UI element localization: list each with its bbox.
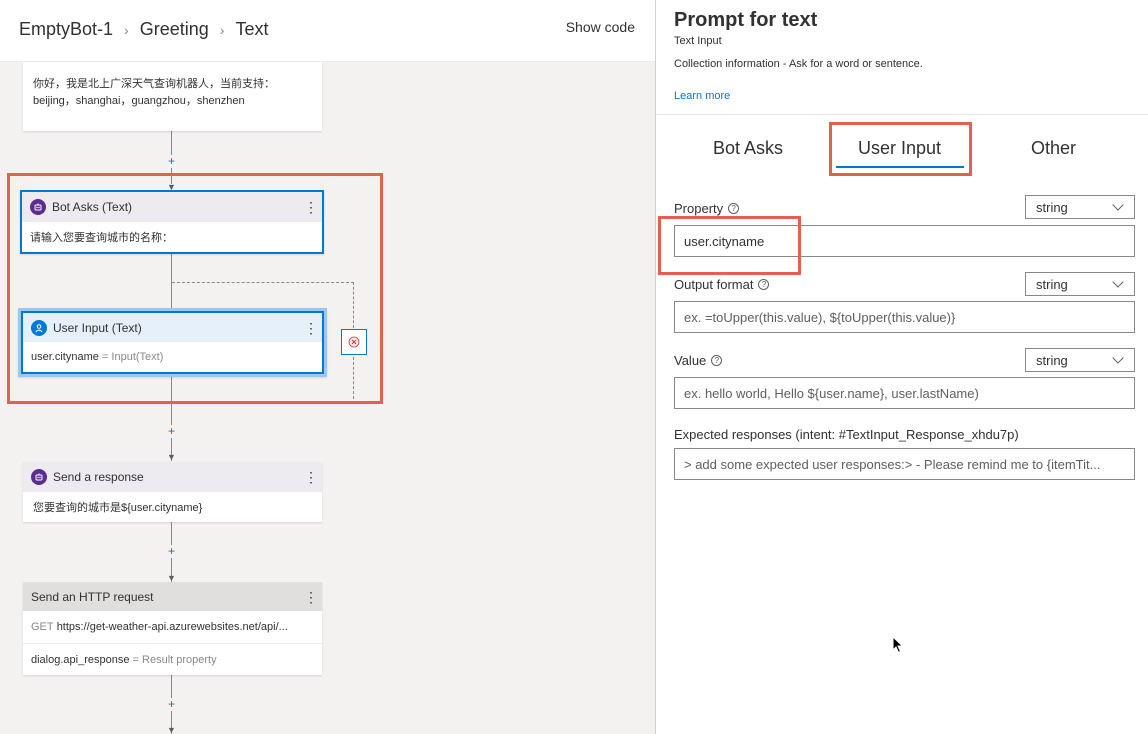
- http-method: GET: [31, 621, 54, 633]
- card-body: 您要查询的城市是${user.cityname}: [33, 502, 203, 514]
- field-label: Property: [674, 201, 724, 216]
- field-label: Value: [674, 353, 707, 368]
- panel-subtitle: Text Input: [674, 35, 722, 47]
- output-format-type-dropdown[interactable]: string: [1025, 272, 1135, 296]
- more-options-icon[interactable]: ⋮: [304, 470, 318, 484]
- highlight-box: [7, 173, 383, 404]
- add-step-button[interactable]: +: [165, 155, 178, 168]
- chevron-down-icon: [1112, 275, 1124, 288]
- tab-bot-asks[interactable]: Bot Asks: [713, 138, 783, 159]
- learn-more-link[interactable]: Learn more: [674, 90, 730, 102]
- dropdown-value: string: [1036, 276, 1068, 292]
- tab-other[interactable]: Other: [1031, 138, 1076, 159]
- more-options-icon[interactable]: ⋮: [304, 590, 318, 604]
- greeting-line: beijing，shanghai，guangzhou，shenzhen: [33, 95, 245, 107]
- help-icon[interactable]: ?: [711, 355, 723, 366]
- card-title: Send an HTTP request: [31, 589, 154, 604]
- dropdown-value: string: [1036, 352, 1068, 368]
- dropdown-value: string: [1036, 199, 1068, 215]
- add-step-button[interactable]: +: [165, 425, 178, 438]
- output-format-label: Output format ?: [674, 277, 770, 292]
- chevron-right-icon: ›: [124, 21, 129, 38]
- panel-title: Prompt for text: [674, 9, 818, 31]
- panel-description: Collection information - Ask for a word …: [674, 58, 923, 70]
- value-type-dropdown[interactable]: string: [1025, 348, 1135, 372]
- breadcrumb-item[interactable]: Text: [235, 19, 268, 40]
- chevron-right-icon: ›: [219, 21, 225, 38]
- help-icon[interactable]: ?: [728, 203, 740, 214]
- add-step-button[interactable]: +: [165, 545, 178, 558]
- field-label: Output format: [674, 277, 754, 292]
- divider: [656, 114, 1148, 115]
- arrow-down-icon: ▼: [167, 725, 176, 734]
- flow-canvas[interactable]: + + + + ▼ ▼ ▼ ▼ 你好，我是北上广深天气查询机器人，当前支持： b…: [0, 0, 655, 734]
- arrow-down-icon: ▼: [167, 452, 176, 462]
- highlight-box: [658, 216, 801, 275]
- composer-app: + + + + ▼ ▼ ▼ ▼ 你好，我是北上广深天气查询机器人，当前支持： b…: [0, 0, 1148, 734]
- send-response-card[interactable]: Send a response ⋮ 您要查询的城市是${user.citynam…: [23, 462, 322, 522]
- show-code-button[interactable]: Show code: [566, 19, 635, 35]
- property-label: Property ?: [674, 201, 740, 216]
- http-request-card[interactable]: Send an HTTP request ⋮ GET https://get-w…: [23, 582, 322, 675]
- property-type-dropdown[interactable]: string: [1025, 195, 1135, 219]
- mouse-cursor-icon: [892, 636, 904, 654]
- greeting-line: 你好，我是北上广深天气查询机器人，当前支持：: [33, 78, 275, 90]
- breadcrumb-item[interactable]: Greeting: [140, 19, 209, 40]
- property-panel: Prompt for text Text Input Collection in…: [655, 0, 1148, 734]
- help-icon[interactable]: ?: [758, 279, 770, 290]
- field-label: Expected responses (intent: #TextInput_R…: [674, 427, 1019, 442]
- chevron-down-icon: [1112, 198, 1124, 211]
- breadcrumb-item[interactable]: EmptyBot-1: [19, 19, 113, 40]
- add-step-button[interactable]: +: [165, 698, 178, 711]
- expected-responses-input[interactable]: > add some expected user responses:> - P…: [674, 448, 1135, 480]
- arrow-down-icon: ▼: [167, 573, 176, 583]
- expected-responses-label: Expected responses (intent: #TextInput_R…: [674, 427, 1019, 442]
- card-title: Send a response: [53, 470, 144, 484]
- highlight-box: [829, 122, 972, 176]
- result-variable: dialog.api_response: [31, 653, 130, 666]
- greeting-message-card[interactable]: 你好，我是北上广深天气查询机器人，当前支持： beijing，shanghai，…: [23, 62, 322, 131]
- breadcrumb-bar: EmptyBot-1 › Greeting › Text Show code: [0, 0, 655, 62]
- value-label: Value ?: [674, 353, 723, 368]
- value-input[interactable]: ex. hello world, Hello ${user.name}, use…: [674, 377, 1135, 409]
- output-format-input[interactable]: ex. =toUpper(this.value), ${toUpper(this…: [674, 301, 1135, 333]
- result-suffix: = Result property: [132, 653, 217, 666]
- breadcrumb: EmptyBot-1 › Greeting › Text: [19, 19, 268, 40]
- bot-icon: [31, 469, 47, 485]
- http-url: https://get-weather-api.azurewebsites.ne…: [56, 621, 288, 633]
- chevron-down-icon: [1112, 351, 1124, 364]
